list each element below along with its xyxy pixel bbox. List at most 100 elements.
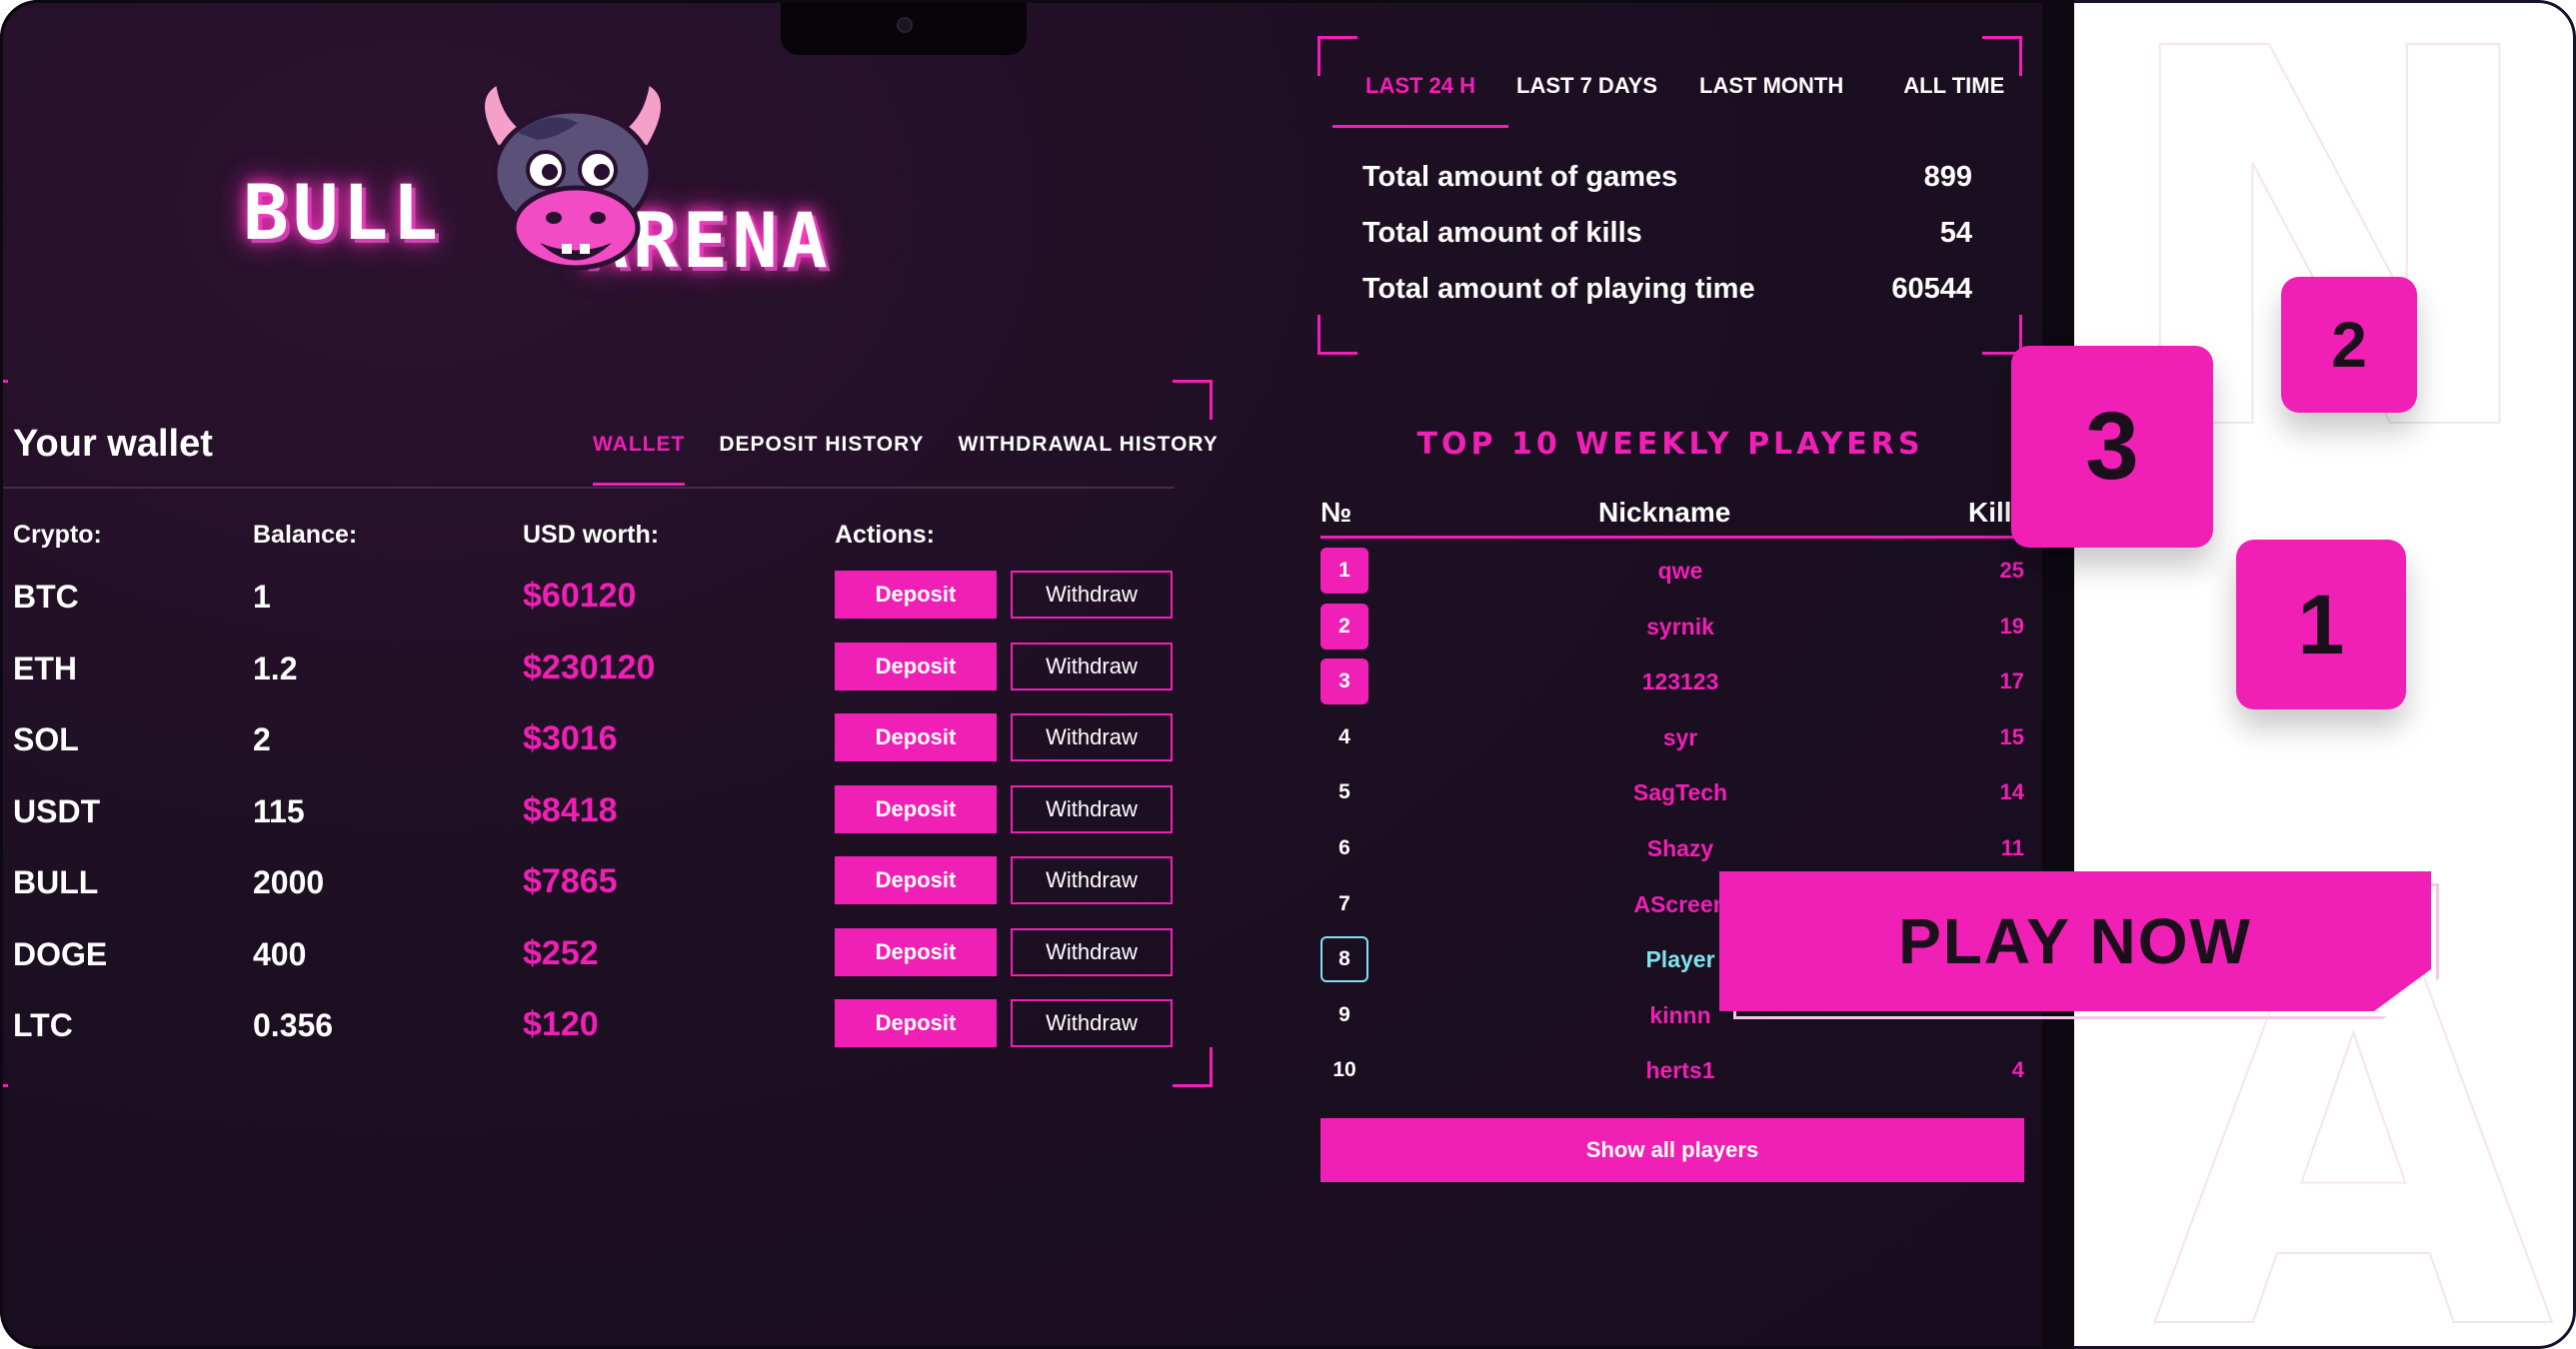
stat-total-playing-time: Total amount of playing time 60544 <box>1332 273 1972 313</box>
wallet-frame-corner <box>1173 1047 1213 1087</box>
leaderboard-kills: 4 <box>2011 1057 2024 1083</box>
wallet-usd-worth: $252 <box>523 933 599 972</box>
stats-period-tabs: LAST 24 H LAST 7 DAYS LAST MONTH ALL TIM… <box>1332 73 2032 128</box>
withdraw-button[interactable]: Withdraw <box>1011 927 1173 976</box>
wallet-balance: 400 <box>253 935 307 972</box>
leaderboard-rank: 2 <box>1320 603 1368 650</box>
leaderboard-nickname: syrnik <box>1646 613 1714 640</box>
leaderboard-row[interactable]: 1 qwe 25 <box>1320 548 2024 598</box>
stat-label: Total amount of games <box>1362 161 1678 193</box>
wallet-usd-worth: $8418 <box>523 790 618 829</box>
withdraw-button[interactable]: Withdraw <box>1011 713 1173 761</box>
leaderboard-row[interactable]: 2 syrnik 19 <box>1320 603 2024 654</box>
withdraw-button[interactable]: Withdraw <box>1011 571 1173 619</box>
leaderboard-rank: 9 <box>1338 1002 1350 1026</box>
column-header-usd: USD worth: <box>523 521 660 549</box>
wallet-crypto: ETH <box>13 650 77 686</box>
bull-arena-logo: BULL ARENA <box>243 78 943 298</box>
wallet-balance: 0.356 <box>253 1007 334 1043</box>
wallet-row-bull: BULL 2000 $7865 Deposit Withdraw <box>3 856 1183 908</box>
show-all-players-button[interactable]: Show all players <box>1320 1118 2024 1182</box>
wallet-tabs: WALLET DEPOSIT HISTORY WITHDRAWAL HISTOR… <box>593 433 1219 486</box>
column-header-actions: Actions: <box>835 521 935 549</box>
stat-total-games: Total amount of games 899 <box>1332 161 1972 201</box>
leaderboard-row[interactable]: 5 SagTech 14 <box>1320 769 2024 819</box>
tab-all-time[interactable]: ALL TIME <box>1903 73 2004 128</box>
leaderboard-row[interactable]: 10 herts1 4 <box>1320 1047 2024 1097</box>
stat-label: Total amount of playing time <box>1362 273 1755 305</box>
tab-wallet[interactable]: WALLET <box>593 433 686 486</box>
withdraw-button[interactable]: Withdraw <box>1011 784 1173 833</box>
wallet-row-sol: SOL 2 $3016 Deposit Withdraw <box>3 713 1183 765</box>
leaderboard-title: TOP 10 WEEKLY PLAYERS <box>1416 427 1924 462</box>
laptop-frame: BULL ARENA Your wallet WALLET DEPOSIT HI… <box>0 0 2074 1349</box>
wallet-divider <box>3 487 1175 489</box>
tab-last-24h[interactable]: LAST 24 H <box>1332 73 1509 128</box>
countdown-tile-2: 2 <box>2281 277 2417 413</box>
countdown-tile-1: 1 <box>2236 540 2406 709</box>
logo-word-bull: BULL <box>243 168 443 257</box>
deposit-button[interactable]: Deposit <box>835 642 997 690</box>
play-now-button[interactable]: PLAY NOW <box>1719 871 2431 1011</box>
stats-frame-corner <box>1317 36 1357 76</box>
leaderboard-kills: 15 <box>1999 723 2024 749</box>
withdraw-button[interactable]: Withdraw <box>1011 642 1173 690</box>
deposit-button[interactable]: Deposit <box>835 927 997 976</box>
wallet-usd-worth: $230120 <box>523 648 656 686</box>
leaderboard-kills: 25 <box>1999 558 2024 583</box>
wallet-crypto: BULL <box>13 864 99 900</box>
leaderboard-nickname: SagTech <box>1632 779 1728 806</box>
stats-frame-corner <box>1982 36 2022 76</box>
stat-total-kills: Total amount of kills 54 <box>1332 217 1972 257</box>
wallet-crypto: BTC <box>13 579 79 615</box>
wallet-row-eth: ETH 1.2 $230120 Deposit Withdraw <box>3 642 1183 694</box>
wallet-balance: 1 <box>253 579 271 615</box>
deposit-button[interactable]: Deposit <box>835 999 997 1047</box>
wallet-row-usdt: USDT 115 $8418 Deposit Withdraw <box>3 784 1183 837</box>
wallet-row-ltc: LTC 0.356 $120 Deposit Withdraw <box>3 999 1183 1051</box>
tab-withdrawal-history[interactable]: WITHDRAWAL HISTORY <box>959 433 1219 486</box>
wallet-usd-worth: $7865 <box>523 862 618 900</box>
leaderboard-nickname: 123123 <box>1641 669 1719 695</box>
deposit-button[interactable]: Deposit <box>835 713 997 761</box>
camera-icon <box>897 17 913 33</box>
leaderboard-nickname: qwe <box>1657 558 1703 584</box>
leaderboard-rank: 3 <box>1320 659 1368 705</box>
wallet-row-btc: BTC 1 $60120 Deposit Withdraw <box>3 571 1183 623</box>
withdraw-button[interactable]: Withdraw <box>1011 856 1173 904</box>
leaderboard-divider <box>1320 536 2024 539</box>
wallet-frame-corner <box>3 380 8 420</box>
stat-value: 54 <box>1939 217 1972 249</box>
play-now-wrapper: PLAY NOW <box>1719 871 2439 1021</box>
wallet-balance: 2000 <box>253 864 325 900</box>
withdraw-button[interactable]: Withdraw <box>1011 999 1173 1047</box>
wallet-frame-corner <box>3 1047 8 1087</box>
deposit-button[interactable]: Deposit <box>835 571 997 619</box>
leaderboard-kills: 19 <box>1999 613 2024 639</box>
countdown-tile-3: 3 <box>2011 346 2213 548</box>
leaderboard-rank: 10 <box>1332 1058 1356 1082</box>
leaderboard-rank: 4 <box>1338 724 1350 748</box>
leaderboard-kills: 17 <box>1999 669 2024 694</box>
deposit-button[interactable]: Deposit <box>835 856 997 904</box>
wallet-crypto: DOGE <box>13 935 108 972</box>
leaderboard-rank: 7 <box>1338 891 1350 915</box>
wallet-balance: 1.2 <box>253 650 298 686</box>
tab-last-7-days[interactable]: LAST 7 DAYS <box>1516 73 1657 128</box>
wallet-crypto: LTC <box>13 1007 73 1043</box>
wallet-balance: 115 <box>253 792 305 829</box>
leaderboard-row[interactable]: 6 Shazy 11 <box>1320 825 2024 875</box>
stats-frame-corner <box>1317 315 1357 355</box>
wallet-frame-corner <box>1173 380 1213 420</box>
stat-value: 899 <box>1923 161 1972 193</box>
wallet-row-doge: DOGE 400 $252 Deposit Withdraw <box>3 927 1183 980</box>
wallet-crypto: USDT <box>13 792 101 829</box>
column-header-crypto: Crypto: <box>13 521 102 549</box>
tab-last-month[interactable]: LAST MONTH <box>1699 73 1843 128</box>
wallet-usd-worth: $3016 <box>523 719 618 757</box>
deposit-button[interactable]: Deposit <box>835 784 997 833</box>
leaderboard-row[interactable]: 4 syr 15 <box>1320 714 2024 764</box>
tab-deposit-history[interactable]: DEPOSIT HISTORY <box>719 433 924 486</box>
leaderboard-nickname: syr <box>1662 723 1698 750</box>
leaderboard-row[interactable]: 3 123123 17 <box>1320 659 2024 708</box>
